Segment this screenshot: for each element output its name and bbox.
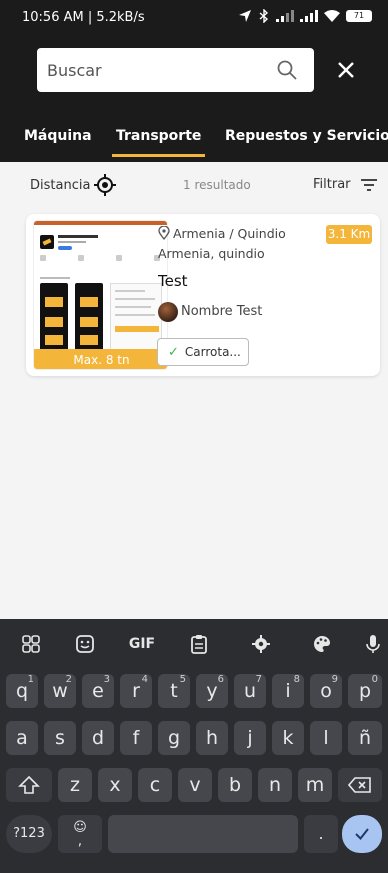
key-c[interactable]: c xyxy=(138,768,172,802)
capacity-label: Max. 8 tn xyxy=(34,349,167,369)
bluetooth-icon xyxy=(259,9,269,23)
listing-location: Armenia / Quindio xyxy=(173,226,286,241)
search-box[interactable] xyxy=(37,48,314,92)
owner-name: Nombre Test xyxy=(181,304,263,319)
key-d[interactable]: d xyxy=(82,721,114,755)
key-h[interactable]: h xyxy=(196,721,228,755)
signal-icon xyxy=(276,10,294,22)
filter-icon[interactable] xyxy=(360,176,378,194)
vehicle-type-tag[interactable]: ✓ Carrota... xyxy=(157,338,249,366)
app-header: 10:56 AM | 5.2kB/s 71 Máquina Transporte… xyxy=(0,0,388,162)
backspace-icon xyxy=(347,777,371,793)
key-y[interactable]: y6 xyxy=(196,674,228,708)
listing-title: Test xyxy=(158,272,188,290)
sticker-icon[interactable] xyxy=(74,633,96,655)
emoji-icon: ☺ xyxy=(73,820,87,835)
listing-location-detail: Armenia, quindio xyxy=(158,246,265,261)
key-x[interactable]: x xyxy=(98,768,132,802)
filter-bar: Distancia 1 resultado Filtrar xyxy=(0,162,388,208)
keyboard-toolbar: GIF xyxy=(0,619,388,667)
search-icon[interactable] xyxy=(276,59,298,81)
tab-transporte[interactable]: Transporte xyxy=(111,128,206,157)
status-icons: 71 xyxy=(238,9,372,23)
target-icon[interactable] xyxy=(94,174,116,196)
logo-icon xyxy=(40,235,54,249)
key-j[interactable]: j xyxy=(234,721,266,755)
emoji-comma-key[interactable]: ☺ , xyxy=(58,815,102,853)
key-q[interactable]: q1 xyxy=(6,674,38,708)
category-tabs: Máquina Transporte Repuestos y Servicios xyxy=(0,122,388,162)
vehicle-type-label: Carrota... xyxy=(184,345,241,359)
check-enter-icon xyxy=(355,828,369,841)
key-u[interactable]: u7 xyxy=(234,674,266,708)
distance-badge: 3.1 Km xyxy=(326,225,372,244)
result-count: 1 resultado xyxy=(183,178,251,192)
check-icon: ✓ xyxy=(168,344,179,360)
key-l[interactable]: l xyxy=(310,721,342,755)
enter-key[interactable] xyxy=(342,815,382,853)
status-time: 10:56 AM | 5.2kB/s xyxy=(22,10,145,25)
key-e[interactable]: e3 xyxy=(82,674,114,708)
clipboard-icon[interactable] xyxy=(188,633,210,655)
key-f[interactable]: f xyxy=(120,721,152,755)
key-enye[interactable]: ñ xyxy=(348,721,382,755)
mic-icon[interactable] xyxy=(362,633,384,655)
key-t[interactable]: t5 xyxy=(158,674,190,708)
key-r[interactable]: r4 xyxy=(120,674,152,708)
key-s[interactable]: s xyxy=(44,721,76,755)
settings-icon[interactable] xyxy=(250,633,272,655)
key-m[interactable]: m xyxy=(298,768,332,802)
avatar xyxy=(158,302,178,322)
key-i[interactable]: i8 xyxy=(272,674,304,708)
key-b[interactable]: b xyxy=(218,768,252,802)
key-v[interactable]: v xyxy=(178,768,212,802)
palette-icon[interactable] xyxy=(311,633,333,655)
listing-thumbnail: Max. 8 tn xyxy=(33,220,168,370)
key-w[interactable]: w2 xyxy=(44,674,76,708)
close-icon[interactable] xyxy=(334,58,358,82)
tab-maquina[interactable]: Máquina xyxy=(24,128,92,144)
gif-button[interactable]: GIF xyxy=(127,633,157,655)
shift-key[interactable] xyxy=(6,768,52,802)
status-bar: 10:56 AM | 5.2kB/s 71 xyxy=(0,0,388,36)
key-k[interactable]: k xyxy=(272,721,304,755)
soft-keyboard: GIF q1 w2 e3 r4 t5 y6 u7 i8 o9 p0 a s d … xyxy=(0,619,388,873)
shift-icon xyxy=(18,775,40,794)
filter-label[interactable]: Filtrar xyxy=(313,177,351,192)
battery-icon: 71 xyxy=(346,10,372,22)
period-key[interactable]: . xyxy=(304,815,338,853)
location-pin-icon xyxy=(158,226,170,240)
space-key[interactable] xyxy=(108,815,298,853)
symbols-key[interactable]: ?123 xyxy=(6,815,52,853)
backspace-key[interactable] xyxy=(338,768,382,802)
wifi-icon xyxy=(324,9,340,22)
tab-repuestos[interactable]: Repuestos y Servicios xyxy=(225,128,388,144)
grid-icon[interactable] xyxy=(20,633,42,655)
search-input[interactable] xyxy=(47,48,267,92)
key-z[interactable]: z xyxy=(58,768,92,802)
key-a[interactable]: a xyxy=(6,721,38,755)
distance-label[interactable]: Distancia xyxy=(30,178,90,193)
key-g[interactable]: g xyxy=(158,721,190,755)
location-arrow-icon xyxy=(239,10,251,22)
key-p[interactable]: p0 xyxy=(348,674,382,708)
key-n[interactable]: n xyxy=(258,768,292,802)
signal-icon-2 xyxy=(300,10,318,22)
key-o[interactable]: o9 xyxy=(310,674,342,708)
